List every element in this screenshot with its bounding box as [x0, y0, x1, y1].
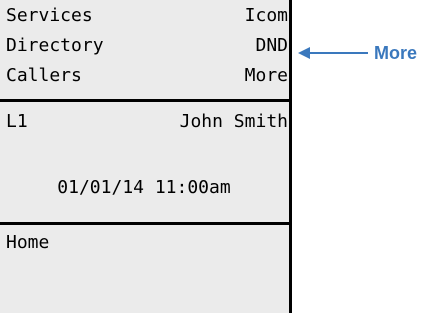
softkey-directory[interactable]: Directory: [6, 34, 104, 58]
softkey-row-3: Callers More: [0, 64, 288, 88]
date-time-display: 01/01/14 11:00am: [57, 177, 231, 198]
phone-lcd-screen: Services Icom Directory DND Callers More…: [0, 0, 292, 313]
softkey-more[interactable]: More: [245, 64, 288, 88]
home-screen-label: Home: [6, 232, 50, 253]
softkey-icom[interactable]: Icom: [245, 4, 288, 28]
softkey-services[interactable]: Services: [6, 4, 93, 28]
callout-label: More: [374, 43, 418, 63]
softkey-row-1: Services Icom: [0, 4, 288, 28]
more-callout: More: [298, 43, 428, 63]
line-owner-name: John Smith: [179, 111, 288, 132]
line-key-label[interactable]: L1: [6, 110, 28, 134]
softkey-dnd[interactable]: DND: [255, 34, 288, 58]
softkey-row-2: Directory DND: [0, 34, 288, 58]
callout-arrow-icon: [298, 47, 368, 59]
line-appearance-row: L1 John Smith: [0, 110, 288, 134]
softkey-callers[interactable]: Callers: [6, 64, 82, 88]
softkey-divider: [0, 99, 289, 102]
phone-display-illustration: Services Icom Directory DND Callers More…: [0, 0, 432, 313]
status-divider: [0, 222, 289, 225]
